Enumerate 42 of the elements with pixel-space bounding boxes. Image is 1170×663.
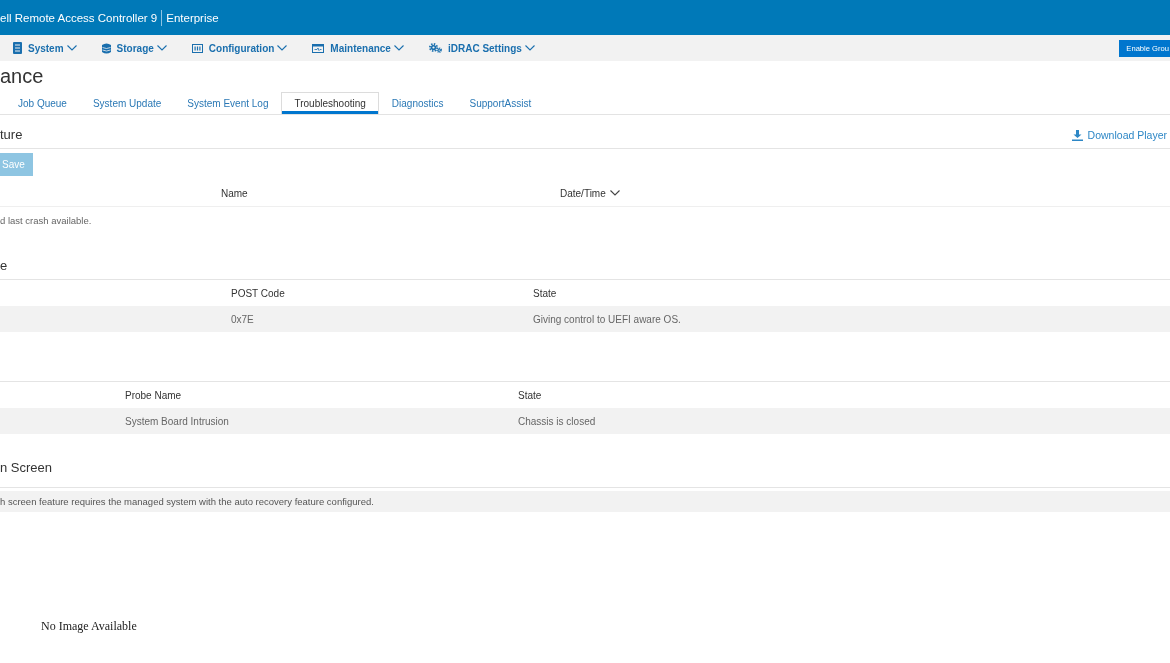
table-cell-text: Giving control to UEFI aware OS.: [533, 313, 682, 325]
nav-menu-item[interactable]: Maintenance: [312, 42, 404, 54]
section-heading: ture: [0, 126, 23, 144]
notice-text: h screen feature requires the managed system with the auto recovery feature configured.: [0, 496, 374, 507]
tab[interactable]: Diagnostics: [378, 92, 457, 114]
chevron-down-icon: [393, 45, 404, 51]
column-header: State: [518, 389, 542, 401]
tab[interactable]: Job Queue: [5, 92, 80, 114]
no-image-text: No Image Available: [41, 619, 137, 633]
nav-menu-item[interactable]: iDRAC Settings: [428, 42, 535, 54]
download-player-link[interactable]: Download Player: [1071, 122, 1167, 148]
panel-icon: [191, 43, 203, 53]
nav-menu-item[interactable]: Storage: [101, 42, 167, 54]
table-cell-text: Chassis is closed: [518, 415, 597, 427]
server-icon: [13, 42, 22, 54]
chevron-down-icon: [156, 45, 167, 51]
nav-menu-item[interactable]: Configuration: [191, 42, 288, 54]
column-header: Name: [221, 187, 248, 199]
window-icon: [312, 43, 325, 53]
page-title: ance: [0, 64, 44, 89]
tab[interactable]: Troubleshooting: [281, 92, 379, 114]
app-title: ell Remote Access Controller 9: [0, 11, 158, 24]
section-heading: n Screen: [0, 459, 53, 477]
column-header: State: [533, 287, 557, 299]
tab[interactable]: System Update: [79, 92, 175, 114]
download-icon: [1071, 129, 1083, 141]
database-icon: [101, 42, 111, 54]
chevron-down-icon: [524, 45, 535, 51]
nav-menu-item[interactable]: System: [13, 42, 77, 54]
column-header: Date/Time: [560, 187, 606, 199]
edition-label: Enterprise: [166, 11, 219, 24]
tab[interactable]: SupportAssist: [456, 92, 545, 114]
gears-icon: [428, 43, 442, 53]
table-cell-text: 0x7E: [231, 313, 255, 325]
chevron-down-icon: [66, 45, 77, 51]
column-header: Probe Name: [125, 389, 182, 401]
section-heading: e: [0, 257, 8, 275]
column-header: POST Code: [231, 287, 285, 299]
tab[interactable]: System Event Log: [174, 92, 282, 114]
table-cell-text: System Board Intrusion: [125, 415, 230, 427]
chevron-down-icon: [277, 45, 288, 51]
empty-message: d last crash available.: [0, 214, 92, 226]
